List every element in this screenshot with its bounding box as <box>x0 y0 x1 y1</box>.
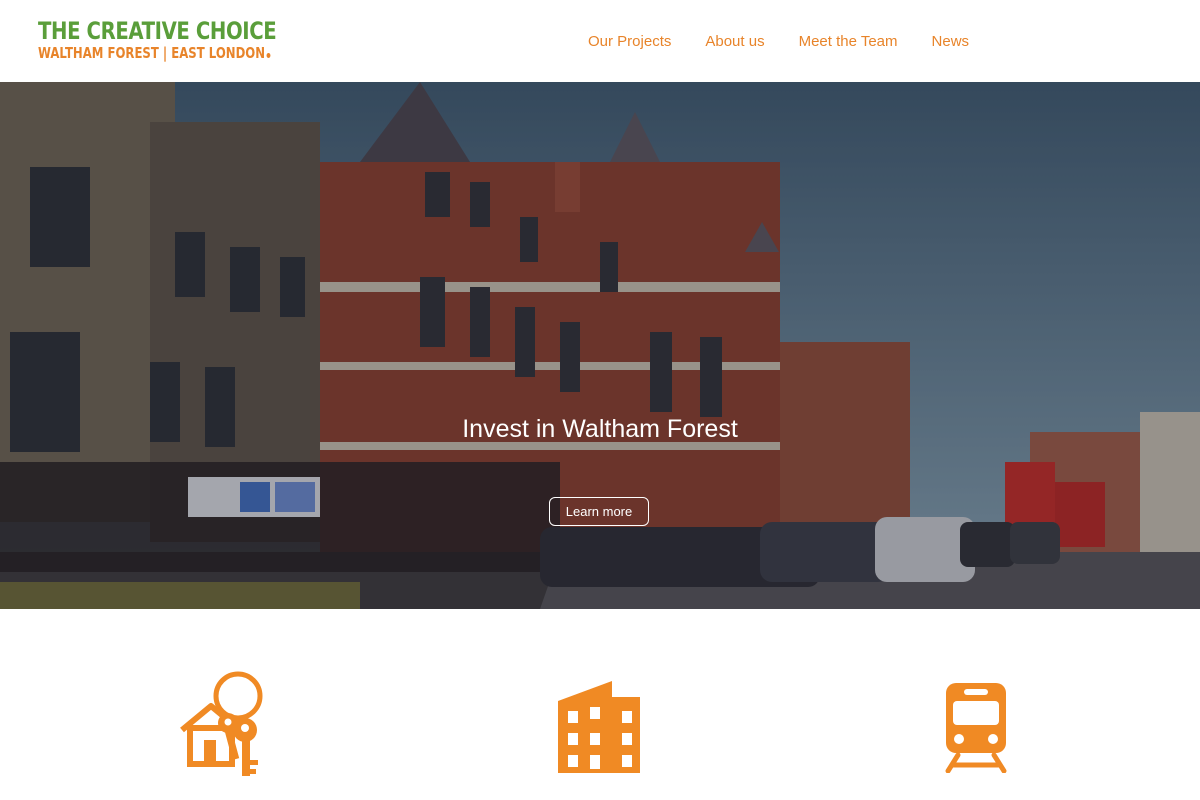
nav-news[interactable]: News <box>932 33 970 50</box>
logo-subtitle: WALTHAM FOREST | EAST LONDON <box>38 44 266 62</box>
buildings-icon <box>558 681 640 773</box>
train-icon <box>945 683 1007 773</box>
hero-banner: Invest in Waltham Forest Learn more <box>0 82 1200 609</box>
site-header: THE CREATIVE CHOICE WALTHAM FOREST | EAS… <box>0 0 1200 82</box>
hero-overlay <box>0 82 1200 609</box>
nav-about-us[interactable]: About us <box>705 33 764 50</box>
house-keys-icon <box>180 671 263 776</box>
nav-meet-the-team[interactable]: Meet the Team <box>799 33 898 50</box>
hero-title: Invest in Waltham Forest <box>462 415 738 443</box>
main-nav: Our Projects About us Meet the Team News <box>588 33 969 50</box>
logo-dot <box>266 53 271 58</box>
learn-more-button[interactable]: Learn more <box>549 497 649 526</box>
logo-subtitle-row: WALTHAM FOREST | EAST LONDON <box>38 44 271 62</box>
nav-our-projects[interactable]: Our Projects <box>588 33 671 50</box>
logo-title: THE CREATIVE CHOICE <box>38 17 277 45</box>
site-logo[interactable]: THE CREATIVE CHOICE WALTHAM FOREST | EAS… <box>38 18 336 62</box>
features-section <box>0 609 1200 800</box>
